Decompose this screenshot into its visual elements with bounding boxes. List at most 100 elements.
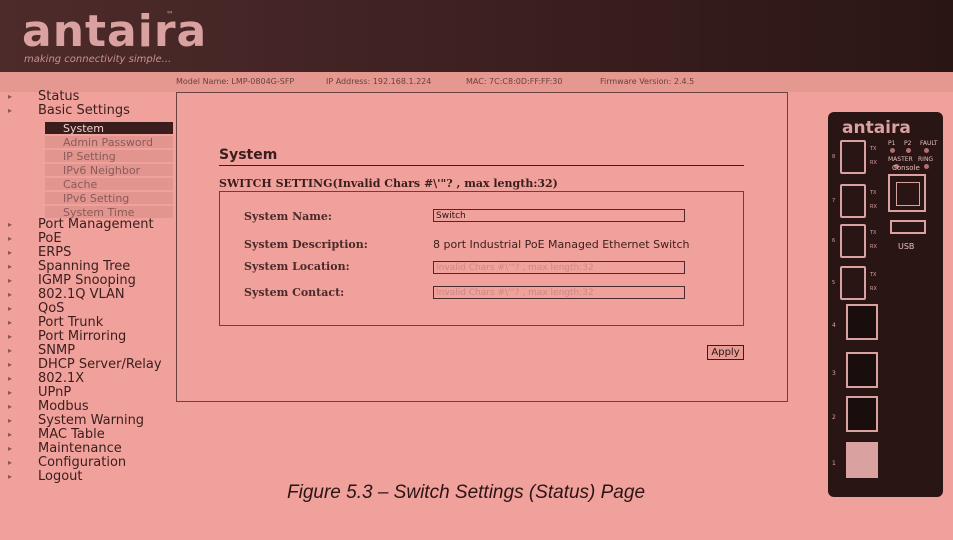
- led-p1-icon: [890, 148, 895, 153]
- menu-label: PoE: [38, 231, 62, 246]
- sfp-port-6: [840, 224, 866, 258]
- menu-mac-table[interactable]: ▸ MAC Table: [8, 428, 105, 441]
- device-logo: antaira: [842, 118, 911, 138]
- switch-device-image: antaira P1 P2 FAULT MASTER RING 8 7 6 5 …: [828, 112, 943, 497]
- title-divider: [219, 165, 744, 166]
- port-number: 5: [832, 280, 836, 286]
- menu-maintenance[interactable]: ▸ Maintenance: [8, 442, 122, 455]
- menu-poe[interactable]: ▸ PoE: [8, 232, 62, 245]
- menu-logout[interactable]: ▸ Logout: [8, 470, 83, 483]
- chevron-right-icon: ▸: [8, 332, 13, 341]
- header-banner: antaira ™ making connectivity simple...: [0, 0, 953, 72]
- device-info-bar: Model Name: LMP-0804G-SFP IP Address: 19…: [0, 72, 953, 92]
- menu-label: MAC Table: [38, 427, 105, 442]
- chevron-right-icon: ▸: [8, 374, 13, 383]
- led-p2-icon: [906, 148, 911, 153]
- chevron-right-icon: ▸: [8, 388, 13, 397]
- menu-system-warning[interactable]: ▸ System Warning: [8, 414, 144, 427]
- page-title: System: [219, 147, 278, 163]
- menu-label: Port Management: [38, 217, 154, 232]
- menu-label: Logout: [38, 469, 83, 484]
- menu-upnp[interactable]: ▸ UPnP: [8, 386, 71, 399]
- rj45-port-1: [846, 442, 878, 478]
- chevron-right-icon: ▸: [8, 220, 13, 229]
- menu-label: Port Trunk: [38, 315, 104, 330]
- apply-button[interactable]: Apply: [707, 345, 744, 360]
- switch-setting-fieldset: System Name: Switch System Description: …: [219, 191, 744, 326]
- led-master-label: MASTER: [888, 156, 913, 163]
- menu-igmp-snooping[interactable]: ▸ IGMP Snooping: [8, 274, 136, 287]
- menu-snmp[interactable]: ▸ SNMP: [8, 344, 75, 357]
- system-name-label: System Name:: [244, 210, 332, 223]
- usb-port: [890, 220, 926, 234]
- system-contact-input[interactable]: Invalid Chars #\'"? , max length:32: [433, 286, 685, 299]
- sfp-port-8: [840, 140, 866, 174]
- menu-qos[interactable]: ▸ QoS: [8, 302, 64, 315]
- chevron-right-icon: ▸: [8, 304, 13, 313]
- chevron-right-icon: ▸: [8, 402, 13, 411]
- antaira-logo: antaira: [22, 6, 208, 57]
- menu-label: Maintenance: [38, 441, 122, 456]
- sfp-port-5: [840, 266, 866, 300]
- system-contact-label: System Contact:: [244, 286, 345, 299]
- chevron-right-icon: ▸: [8, 360, 13, 369]
- mac-address: MAC: 7C:C8:0D:FF:FF:30: [466, 77, 563, 86]
- chevron-right-icon: ▸: [8, 92, 13, 101]
- usb-label: USB: [898, 242, 915, 251]
- submenu-ipv6-neighbor[interactable]: IPv6 Neighbor: [45, 164, 173, 177]
- menu-label: 802.1Q VLAN: [38, 287, 125, 302]
- submenu-system[interactable]: System: [45, 122, 173, 135]
- port-number: 8: [832, 154, 836, 160]
- tx-label: TX: [870, 272, 877, 278]
- chevron-right-icon: ▸: [8, 248, 13, 257]
- submenu-ipv6-setting[interactable]: IPv6 Setting: [45, 192, 173, 205]
- menu-8021q-vlan[interactable]: ▸ 802.1Q VLAN: [8, 288, 125, 301]
- chevron-right-icon: ▸: [8, 262, 13, 271]
- chevron-right-icon: ▸: [8, 346, 13, 355]
- menu-8021x[interactable]: ▸ 802.1X: [8, 372, 84, 385]
- port-number: 1: [832, 460, 836, 467]
- chevron-right-icon: ▸: [8, 458, 13, 467]
- menu-label: System Warning: [38, 413, 145, 428]
- main-content-panel: System SWITCH SETTING(Invalid Chars #\'"…: [176, 92, 788, 402]
- port-number: 4: [832, 322, 836, 329]
- chevron-right-icon: ▸: [8, 416, 13, 425]
- menu-label: Configuration: [38, 455, 127, 470]
- chevron-right-icon: ▸: [8, 276, 13, 285]
- firmware-version: Firmware Version: 2.4.5: [600, 77, 695, 86]
- trademark-symbol: ™: [166, 10, 174, 19]
- console-label: Console: [892, 164, 920, 172]
- system-description-label: System Description:: [244, 238, 368, 251]
- menu-label: ERPS: [38, 245, 72, 260]
- menu-configuration[interactable]: ▸ Configuration: [8, 456, 126, 469]
- port-number: 7: [832, 198, 836, 204]
- chevron-right-icon: ▸: [8, 472, 13, 481]
- chevron-right-icon: ▸: [8, 318, 13, 327]
- chevron-right-icon: ▸: [8, 430, 13, 439]
- menu-label: Status: [38, 89, 80, 104]
- rx-label: RX: [870, 160, 877, 166]
- menu-basic-settings[interactable]: ▸ Basic Settings: [8, 104, 130, 117]
- system-location-input[interactable]: Invalid Chars #\'"? , max length:32: [433, 261, 685, 274]
- chevron-right-icon: ▸: [8, 290, 13, 299]
- menu-label: 802.1X: [38, 371, 85, 386]
- menu-port-management[interactable]: ▸ Port Management: [8, 218, 154, 231]
- submenu-admin-password[interactable]: Admin Password: [45, 136, 173, 149]
- menu-spanning-tree[interactable]: ▸ Spanning Tree: [8, 260, 130, 273]
- sfp-port-7: [840, 184, 866, 218]
- port-number: 6: [832, 238, 836, 244]
- tx-label: TX: [870, 146, 877, 152]
- menu-port-mirroring[interactable]: ▸ Port Mirroring: [8, 330, 126, 343]
- menu-dhcp-server-relay[interactable]: ▸ DHCP Server/Relay: [8, 358, 162, 371]
- menu-label: QoS: [38, 301, 65, 316]
- console-port-inner: [896, 182, 920, 206]
- submenu-ip-setting[interactable]: IP Setting: [45, 150, 173, 163]
- menu-modbus[interactable]: ▸ Modbus: [8, 400, 89, 413]
- led-p2-label: P2: [904, 140, 912, 147]
- submenu-cache[interactable]: Cache: [45, 178, 173, 191]
- menu-port-trunk[interactable]: ▸ Port Trunk: [8, 316, 103, 329]
- menu-erps[interactable]: ▸ ERPS: [8, 246, 71, 259]
- rx-label: RX: [870, 204, 877, 210]
- menu-status[interactable]: ▸ Status: [8, 90, 79, 103]
- system-name-input[interactable]: Switch: [433, 209, 685, 222]
